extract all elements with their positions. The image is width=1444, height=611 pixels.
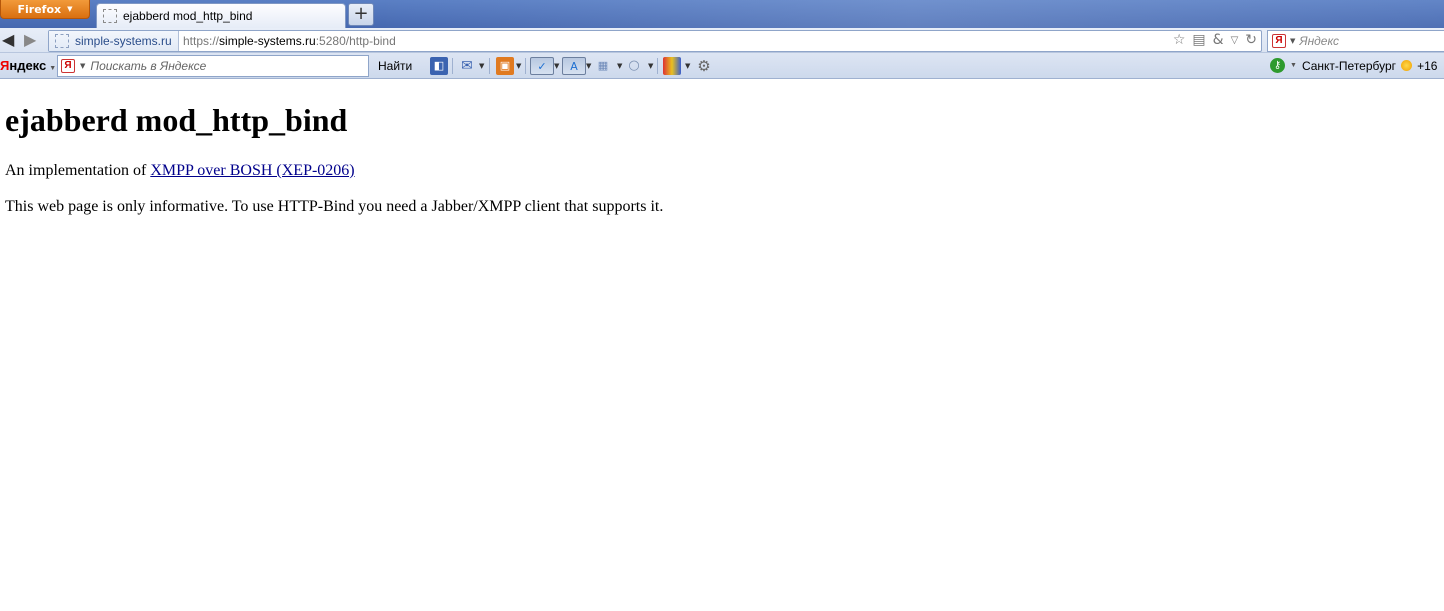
gear-icon[interactable]: ⚙ (695, 57, 713, 75)
toolbar-separator (452, 58, 453, 74)
reload-icon[interactable]: ↻ (1245, 32, 1257, 50)
chevron-down-icon[interactable]: ▼ (516, 62, 521, 70)
url-bar[interactable]: simple-systems.ru https://simple-systems… (48, 30, 1262, 52)
tab-title: ejabberd mod_http_bind (123, 9, 253, 23)
yandex-brand-menu[interactable]: Яндекс ▼ (0, 58, 56, 73)
history-dropdown-icon[interactable]: ▽ (1231, 32, 1239, 50)
site-identity-button[interactable]: simple-systems.ru (49, 31, 179, 51)
spellcheck-icon[interactable]: ✓ (530, 57, 554, 75)
bookmark-star-icon[interactable]: ☆ (1173, 32, 1186, 50)
url-scheme: https:// (183, 34, 220, 48)
yandex-brand-rest: ндекс (9, 58, 47, 73)
weather-widget[interactable]: ⚷ ▼ Санкт-Петербург +16 (1270, 58, 1437, 73)
firefox-menu-label: Firefox (17, 2, 62, 16)
url-path: :5280/http-bind (315, 34, 396, 48)
chevron-down-icon[interactable]: ▼ (80, 62, 85, 70)
forward-arrow-icon[interactable]: ▶ (24, 32, 36, 48)
site-identity-domain: simple-systems.ru (75, 34, 172, 48)
tab-active[interactable]: ejabberd mod_http_bind (96, 3, 346, 28)
intro-text: An implementation of (5, 162, 151, 179)
toolbar-separator (657, 58, 658, 74)
key-icon[interactable]: ⚷ (1270, 58, 1285, 73)
mail-icon[interactable]: ✉ (458, 57, 476, 75)
new-tab-button[interactable]: + (348, 3, 374, 26)
translate-toolbar-icon[interactable]: A (562, 57, 586, 75)
chevron-down-icon[interactable]: ▼ (1290, 62, 1297, 69)
url-host: simple-systems.ru (219, 34, 316, 48)
disk-icon[interactable]: ▣ (496, 57, 514, 75)
yandex-search-placeholder: Поискать в Яндексе (90, 59, 207, 73)
yandex-toolbar: Яндекс ▼ Я ▼ Поискать в Яндексе Найти ◧ ✉… (0, 53, 1444, 79)
url-text[interactable]: https://simple-systems.ru:5280/http-bind (183, 34, 396, 48)
chevron-down-icon[interactable]: ▼ (1290, 37, 1295, 45)
yandex-bookmarks-icon[interactable]: ◧ (430, 57, 448, 75)
site-identity-icon (55, 34, 69, 48)
translate-icon[interactable]: ▤ (1192, 32, 1205, 50)
chevron-down-icon[interactable]: ▼ (648, 62, 653, 70)
yandex-search-input[interactable]: Я ▼ Поискать в Яндексе (57, 55, 369, 77)
visual-bookmarks-icon[interactable] (663, 57, 681, 75)
page-title: ejabberd mod_http_bind (5, 102, 348, 138)
yandex-brand-first: Я (0, 58, 10, 73)
url-bar-icons: ☆ ▤ & ▽ ↻ (1173, 32, 1257, 50)
yandex-find-button[interactable]: Найти (378, 59, 412, 73)
city-name: Санкт-Петербург (1301, 58, 1397, 73)
xep-0206-link[interactable]: XMPP over BOSH (XEP-0206) (150, 162, 354, 179)
back-arrow-icon[interactable]: ◀ (2, 32, 14, 48)
toolbar-separator (525, 58, 526, 74)
page-favicon-icon (103, 9, 117, 23)
chevron-down-icon: ▼ (49, 65, 57, 72)
dictionary-icon[interactable]: ▦ (594, 57, 612, 75)
info-paragraph: This web page is only informative. To us… (5, 198, 664, 215)
chevron-down-icon: ▼ (67, 5, 73, 13)
yandex-logo-icon[interactable]: Я (61, 59, 75, 73)
chevron-down-icon[interactable]: ▼ (685, 62, 690, 70)
firefox-menu-button[interactable]: Firefox ▼ (0, 0, 90, 19)
navigation-bar: ◀ ▶ simple-systems.ru https://simple-sys… (0, 28, 1444, 53)
toolbar-separator (489, 58, 490, 74)
page-content: ejabberd mod_http_bind An implementation… (0, 80, 1444, 611)
chevron-down-icon[interactable]: ▼ (479, 62, 484, 70)
search-bar[interactable]: Я ▼ Яндекс (1267, 30, 1444, 52)
chevron-down-icon[interactable]: ▼ (617, 62, 622, 70)
ampersand-icon[interactable]: & (1213, 32, 1224, 50)
yandex-logo-icon[interactable]: Я (1272, 34, 1286, 48)
search-placeholder: Яндекс (1299, 34, 1340, 48)
temperature: +16 (1417, 58, 1438, 73)
chevron-down-icon[interactable]: ▼ (586, 62, 591, 70)
sun-icon (1401, 60, 1413, 71)
intro-paragraph: An implementation of XMPP over BOSH (XEP… (5, 162, 355, 180)
chevron-down-icon[interactable]: ▼ (554, 62, 559, 70)
speech-bubble-icon[interactable]: ○ (625, 57, 643, 75)
